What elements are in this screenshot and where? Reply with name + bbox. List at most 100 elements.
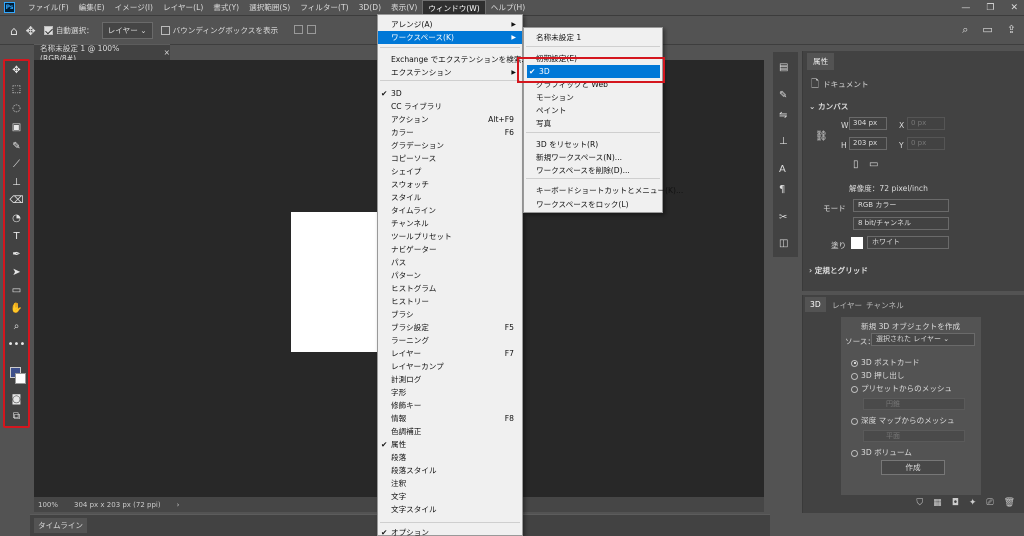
eyedropper-tool-icon[interactable]: ✎	[5, 141, 28, 152]
menu-edit[interactable]: 編集(E)	[74, 0, 110, 16]
window-menu-item[interactable]: Exchange でエクステンションを検索...	[378, 53, 529, 66]
create-button[interactable]: 作成	[881, 460, 945, 475]
brush-tool-icon[interactable]: ⟋	[5, 159, 28, 170]
move-tool-icon[interactable]: ✥	[26, 24, 36, 38]
status-chevron-icon[interactable]: ›	[177, 501, 180, 509]
pen-tool-icon[interactable]: ✒	[5, 249, 28, 260]
window-menu-item[interactable]: 文字	[378, 490, 522, 503]
window-menu-item[interactable]: パス	[378, 256, 522, 269]
photoshop-logo-icon[interactable]: Ps	[4, 2, 15, 13]
window-menu-item[interactable]: 計測ログ	[378, 373, 522, 386]
bit-depth-dropdown[interactable]: 8 bit/チャンネル	[853, 217, 949, 230]
align-left-icon[interactable]	[294, 25, 304, 34]
dodge-tool-icon[interactable]: ◔	[5, 213, 28, 224]
height-input[interactable]: 203 px	[849, 137, 887, 150]
zoom-tool-icon[interactable]: ⌕	[5, 321, 28, 332]
menu-filter[interactable]: フィルター(T)	[295, 0, 353, 16]
auto-select-dropdown[interactable]: レイヤー ⌄	[101, 22, 153, 39]
workspace-submenu-item[interactable]: 写真	[524, 117, 662, 130]
volume-radio[interactable]	[851, 449, 858, 457]
minimize-icon[interactable]: —	[961, 3, 970, 13]
marquee-tool-icon[interactable]: ⬚	[5, 84, 28, 95]
fill-dropdown[interactable]: ホワイト	[867, 236, 949, 249]
mode-dropdown[interactable]: RGB カラー	[853, 199, 949, 212]
filter-icon[interactable]: ⛉	[916, 498, 923, 513]
timeline-tab[interactable]: タイムライン	[34, 518, 88, 533]
window-menu-item[interactable]: コピーソース	[378, 152, 522, 165]
workspace-icon[interactable]: ▭	[982, 23, 992, 37]
stamp-tool-icon[interactable]: ⊥	[5, 177, 28, 188]
x-input[interactable]: 0 px	[907, 117, 945, 130]
fill-color-swatch[interactable]	[851, 237, 863, 249]
window-menu-item[interactable]: ✔ オプション	[378, 526, 522, 536]
window-menu-item[interactable]: 段落スタイル	[378, 464, 522, 477]
window-menu-item[interactable]: 修飾キー	[378, 399, 522, 412]
option-preset-mesh[interactable]: プリセットからのメッシュ	[851, 383, 952, 394]
workspace-submenu-item[interactable]: ワークスペースをロック(L)	[524, 198, 662, 211]
window-menu-item[interactable]: 字形	[378, 386, 522, 399]
zoom-level[interactable]: 100%	[38, 501, 58, 509]
canvas-section-header[interactable]: ⌄ カンバス	[809, 101, 848, 112]
history-panel-icon[interactable]: ▤	[779, 62, 788, 73]
window-menu-item[interactable]: ラーニング	[378, 334, 522, 347]
window-menu-item[interactable]: カラー F6	[378, 126, 522, 139]
menu-image[interactable]: イメージ(I)	[110, 0, 158, 16]
character-panel-icon[interactable]: A	[779, 164, 786, 175]
type-tool-icon[interactable]: T	[5, 231, 28, 242]
lasso-tool-icon[interactable]: ◌	[5, 103, 28, 114]
tools-panel-icon[interactable]: ✂	[779, 212, 787, 223]
paragraph-panel-icon[interactable]: ¶	[779, 184, 785, 195]
bounding-box-checkbox[interactable]	[160, 26, 170, 35]
menu-layer[interactable]: レイヤー(L)	[158, 0, 208, 16]
source-dropdown[interactable]: 選択された レイヤー ⌄	[871, 333, 975, 346]
tab-3d[interactable]: 3D	[805, 297, 826, 312]
search-icon[interactable]: ⌕	[962, 23, 968, 37]
camera-icon[interactable]: ◘	[952, 498, 959, 513]
brush-panel-icon[interactable]: ✎	[779, 90, 787, 101]
window-menu-item[interactable]: アレンジ(A) ▶	[378, 18, 522, 31]
window-menu-item[interactable]: エクステンション ▶	[378, 66, 522, 79]
eraser-tool-icon[interactable]: ⌫	[5, 195, 28, 206]
workspace-submenu-item[interactable]: 3D をリセット(R)	[524, 138, 662, 151]
window-menu-item[interactable]: 文字スタイル	[378, 503, 522, 516]
rectangle-tool-icon[interactable]: ▭	[5, 285, 28, 296]
window-menu-item[interactable]: 情報 F8	[378, 412, 522, 425]
background-color-swatch[interactable]	[15, 373, 26, 384]
document-canvas[interactable]	[291, 212, 388, 352]
option-depth-mesh[interactable]: 深度 マップからのメッシュ	[851, 415, 955, 426]
window-menu-item[interactable]: CC ライブラリ	[378, 100, 522, 113]
workspace-submenu-item[interactable]: キーボードショートカットとメニュー(K)...	[524, 184, 683, 197]
window-menu-item[interactable]: チャンネル	[378, 217, 522, 230]
workspace-submenu-item[interactable]: モーション	[524, 91, 662, 104]
render-icon[interactable]: ⎚	[986, 498, 993, 513]
guides-section-header[interactable]: › 定規とグリッド	[809, 265, 868, 276]
auto-select-checkbox[interactable]	[43, 26, 53, 35]
align-center-icon[interactable]	[307, 25, 317, 34]
light-icon[interactable]: ✦	[969, 498, 977, 513]
properties-tab[interactable]: 属性	[807, 53, 835, 70]
window-menu-item[interactable]: ✔ 属性	[378, 438, 522, 451]
auto-select-toggle[interactable]: 自動選択：	[43, 25, 94, 36]
window-menu-item[interactable]: ブラシ	[378, 308, 522, 321]
grid-icon[interactable]: ▦	[933, 498, 942, 513]
option-extrusion[interactable]: 3D 押し出し	[851, 370, 904, 381]
workspace-submenu-item[interactable]: ワークスペースを削除(D)...	[524, 164, 662, 177]
window-menu-item[interactable]: シェイプ	[378, 165, 522, 178]
document-tab[interactable]: 名称未設定 1 @ 100% (RGB/8#) ×	[34, 44, 170, 63]
menu-select[interactable]: 選択範囲(S)	[244, 0, 295, 16]
window-menu-item[interactable]: ブラシ設定 F5	[378, 321, 522, 334]
clone-panel-icon[interactable]: ⊥	[779, 136, 788, 147]
window-menu-item[interactable]: ✔ 3D	[378, 87, 522, 100]
depth-mesh-radio[interactable]	[851, 417, 858, 425]
option-postcard[interactable]: 3D ポストカード	[851, 357, 920, 368]
window-menu-item[interactable]: レイヤー F7	[378, 347, 522, 360]
portrait-orientation-icon[interactable]: ▯	[853, 159, 859, 170]
window-menu-item[interactable]: 注釈	[378, 477, 522, 490]
postcard-radio[interactable]	[851, 359, 858, 367]
window-menu-item[interactable]: アクション Alt+F9	[378, 113, 522, 126]
link-icon[interactable]: ⛓	[815, 131, 828, 142]
move-tool-icon[interactable]: ✥	[5, 65, 28, 76]
share-icon[interactable]: ⇪	[1007, 23, 1016, 37]
bounding-box-toggle[interactable]: バウンディングボックスを表示	[160, 25, 278, 36]
object-select-tool-icon[interactable]: ▣	[5, 122, 28, 133]
